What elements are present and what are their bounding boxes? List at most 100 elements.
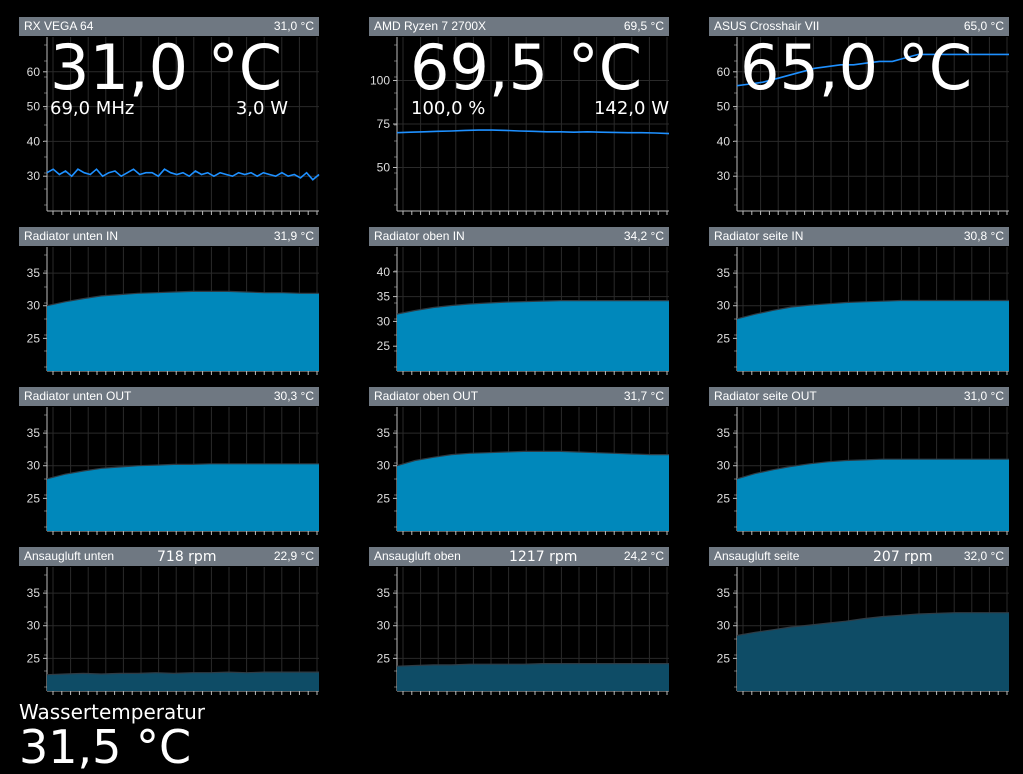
- y-tick-label: 25: [27, 331, 41, 345]
- chart: 25 30 35: [717, 407, 1009, 535]
- panel-value: 34,2 °C: [623, 229, 664, 243]
- panel-header: Radiator seite IN 30,8 °C: [709, 227, 1009, 246]
- series-area: [47, 291, 319, 371]
- y-tick-label: 25: [717, 491, 731, 505]
- series-area: [737, 300, 1009, 371]
- panel-rx-vega-64: RX VEGA 64 31,0 °C 30 40 50 60 31,0 °C 69,0 MHz…: [19, 17, 320, 215]
- panel-value: 31,7 °C: [623, 389, 664, 403]
- panel-header: Radiator oben IN 34,2 °C: [369, 227, 669, 246]
- sub-metric-left: 69,0 MHz: [50, 98, 135, 119]
- panel-value: 31,0 °C: [963, 389, 1004, 403]
- y-tick-label: 25: [377, 491, 391, 505]
- panel-value: 30,3 °C: [273, 389, 314, 403]
- y-tick-label: 40: [27, 134, 41, 148]
- panel-header: Ansaugluft seite 207 rpm 32,0 °C: [709, 547, 1009, 566]
- y-tick-label: 60: [717, 65, 731, 79]
- panel-header: Radiator unten IN 31,9 °C: [19, 227, 319, 246]
- panel-title: Radiator oben IN: [374, 229, 465, 243]
- panel-value: 22,9 °C: [273, 549, 314, 563]
- sub-metric-right: 142,0 W: [593, 98, 669, 119]
- y-tick-label: 25: [717, 651, 731, 665]
- y-tick-label: 40: [377, 265, 391, 279]
- big-temperature: 31,0 °C: [50, 31, 283, 104]
- chart: 25 30 35: [27, 247, 319, 375]
- panel-ansaugluft-oben: Ansaugluft oben 1217 rpm 24,2 °C 25 30 35: [369, 547, 669, 695]
- y-tick-label: 25: [27, 491, 41, 505]
- panel-header: Ansaugluft oben 1217 rpm 24,2 °C: [369, 547, 669, 566]
- chart: 25 30 35: [717, 567, 1009, 695]
- panel-ansaugluft-unten: Ansaugluft unten 718 rpm 22,9 °C 25 30 35: [19, 547, 319, 695]
- chart: 25 30 35: [717, 247, 1009, 375]
- y-tick-label: 35: [717, 586, 731, 600]
- series-area: [737, 459, 1009, 531]
- series-area: [397, 663, 669, 691]
- series-area: [47, 672, 319, 691]
- panel-title: Radiator oben OUT: [374, 389, 479, 403]
- y-tick-label: 25: [377, 651, 391, 665]
- y-tick-label: 25: [377, 339, 391, 353]
- y-tick-label: 30: [717, 169, 731, 183]
- fan-rpm: 718 rpm: [157, 549, 217, 565]
- panel-radiator-seite-in: Radiator seite IN 30,8 °C 25 30 35: [709, 227, 1009, 375]
- panel-header: Radiator oben OUT 31,7 °C: [369, 387, 669, 406]
- panel-value: 32,0 °C: [963, 549, 1004, 563]
- chart: 25 30 35 40: [377, 247, 669, 375]
- panel-header: Ansaugluft unten 718 rpm 22,9 °C: [19, 547, 319, 566]
- y-tick-label: 35: [27, 586, 41, 600]
- panel-radiator-oben-out: Radiator oben OUT 31,7 °C 25 30 35: [369, 387, 669, 535]
- panel-title: Radiator unten IN: [24, 229, 119, 243]
- y-tick-label: 30: [27, 299, 41, 313]
- panel-radiator-unten-in: Radiator unten IN 31,9 °C 25 30 35: [19, 227, 319, 375]
- panel-value: 30,8 °C: [963, 229, 1004, 243]
- y-tick-label: 50: [717, 100, 731, 114]
- panel-title: Radiator seite OUT: [714, 389, 817, 403]
- y-tick-label: 40: [717, 134, 731, 148]
- y-tick-label: 30: [377, 459, 391, 473]
- y-tick-label: 35: [377, 586, 391, 600]
- y-tick-label: 35: [377, 290, 391, 304]
- big-temperature: 69,5 °C: [410, 31, 643, 104]
- panel-title: Ansaugluft seite: [714, 549, 800, 563]
- chart: 25 30 35: [27, 567, 319, 695]
- panel-asus-crosshair-vii: ASUS Crosshair VII 65,0 °C 30 40 50 60 65,0 °C: [709, 17, 1009, 215]
- y-tick-label: 25: [27, 651, 41, 665]
- y-tick-label: 35: [377, 426, 391, 440]
- series-area: [397, 300, 669, 371]
- y-tick-label: 30: [27, 459, 41, 473]
- panel-header: Radiator unten OUT 30,3 °C: [19, 387, 319, 406]
- y-tick-label: 100: [370, 74, 390, 88]
- panel-value: 24,2 °C: [623, 549, 664, 563]
- y-tick-label: 30: [27, 169, 41, 183]
- panel-header: Radiator seite OUT 31,0 °C: [709, 387, 1009, 406]
- chart: 25 30 35: [377, 407, 669, 535]
- y-tick-label: 30: [377, 619, 391, 633]
- y-tick-label: 35: [27, 426, 41, 440]
- chart: 25 30 35: [377, 567, 669, 695]
- panel-radiator-seite-out: Radiator seite OUT 31,0 °C 25 30 35: [709, 387, 1009, 535]
- series-area: [397, 451, 669, 531]
- big-temperature: 65,0 °C: [740, 31, 973, 104]
- panel-title: Radiator seite IN: [714, 229, 804, 243]
- y-tick-label: 60: [27, 65, 41, 79]
- y-tick-label: 30: [717, 459, 731, 473]
- sub-metric-left: 100,0 %: [411, 98, 486, 119]
- y-tick-label: 30: [27, 619, 41, 633]
- panel-title: Ansaugluft unten: [24, 549, 115, 563]
- y-tick-label: 35: [717, 266, 731, 280]
- y-tick-label: 75: [377, 117, 391, 131]
- panel-title: Ansaugluft oben: [374, 549, 461, 563]
- y-tick-label: 35: [27, 266, 41, 280]
- panel-radiator-oben-in: Radiator oben IN 34,2 °C 25 30 35 40: [369, 227, 669, 375]
- chart: 25 30 35: [27, 407, 319, 535]
- panel-title: Radiator unten OUT: [24, 389, 132, 403]
- y-tick-label: 35: [717, 426, 731, 440]
- y-tick-label: 50: [27, 100, 41, 114]
- water-temp-value: 31,5 °C: [19, 720, 192, 774]
- panel-ansaugluft-seite: Ansaugluft seite 207 rpm 32,0 °C 25 30 35: [709, 547, 1009, 695]
- sub-metric-right: 3,0 W: [235, 98, 288, 119]
- panel-radiator-unten-out: Radiator unten OUT 30,3 °C 25 30 35: [19, 387, 319, 535]
- y-tick-label: 30: [717, 299, 731, 313]
- y-tick-label: 30: [717, 619, 731, 633]
- y-tick-label: 25: [717, 331, 731, 345]
- y-tick-label: 50: [377, 161, 391, 175]
